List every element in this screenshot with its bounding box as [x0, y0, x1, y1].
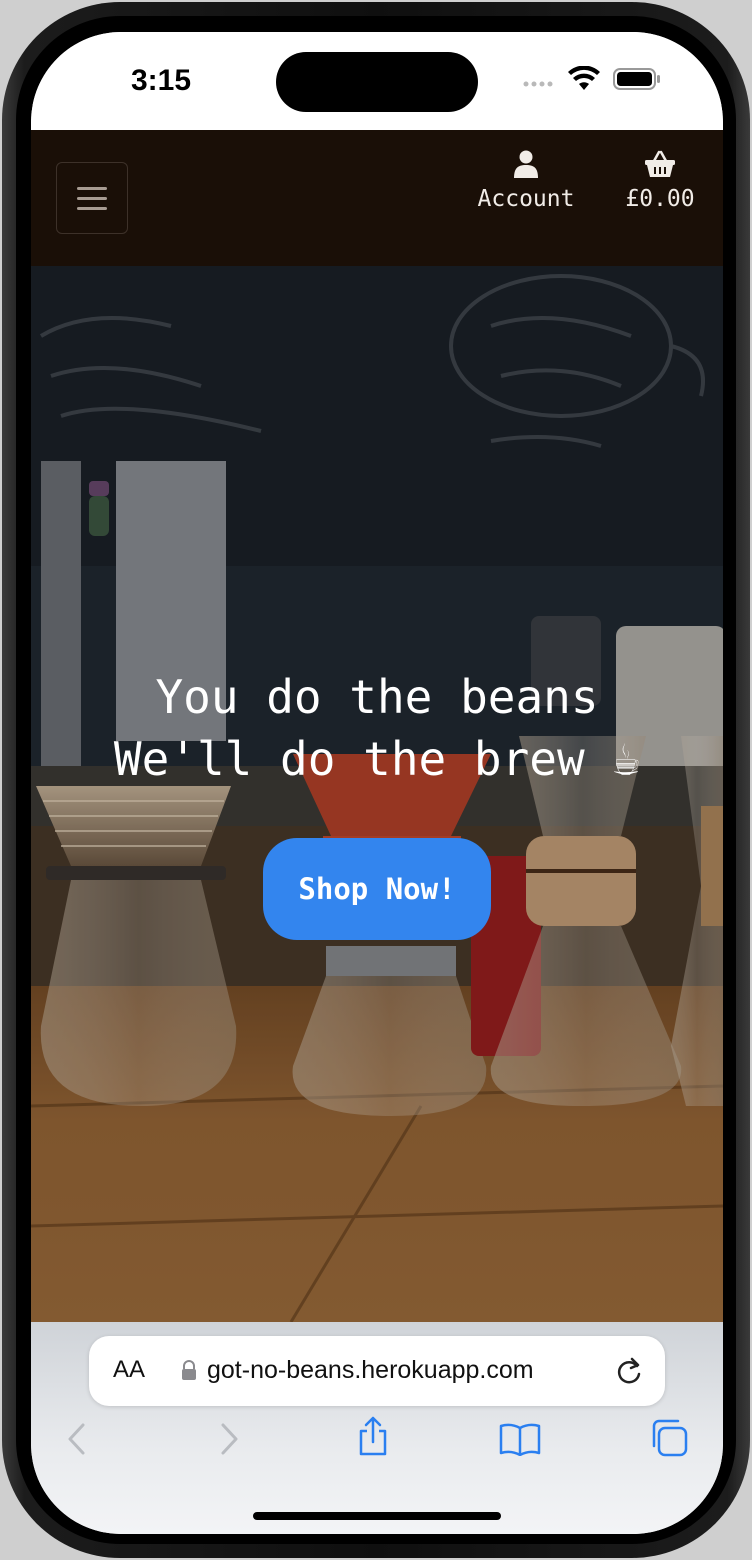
text-size-button[interactable]: AA: [113, 1356, 145, 1384]
home-indicator[interactable]: [253, 1512, 501, 1520]
address-bar[interactable]: AA got-no-beans.herokuapp.com: [89, 1336, 665, 1406]
status-bar: 3:15: [31, 32, 723, 130]
hero-section: You do the beans We'll do the brew ☕ Sho…: [31, 266, 723, 1322]
menu-toggle-button[interactable]: [56, 162, 128, 234]
account-label: Account: [477, 186, 575, 212]
basket-total: £0.00: [625, 186, 695, 212]
site-navbar: Account £0.00: [31, 130, 723, 266]
dynamic-island: [276, 52, 478, 112]
user-icon: [514, 150, 538, 178]
reload-icon[interactable]: [615, 1356, 643, 1386]
battery-icon: [613, 68, 660, 90]
hero-headline-line-2: We'll do the brew ☕: [113, 732, 641, 786]
forward-icon[interactable]: [217, 1422, 241, 1456]
browser-toolbar: AA got-no-beans.herokuapp.com: [31, 1322, 723, 1534]
back-icon[interactable]: [65, 1422, 89, 1456]
hero-headline-line-1: You do the beans: [155, 670, 599, 724]
wifi-icon: [568, 66, 600, 90]
url-text: got-no-beans.herokuapp.com: [207, 1356, 534, 1384]
phone-screen: 3:15 Account £0.00 You do the beans We'l…: [31, 32, 723, 1534]
hero-background-photo: [31, 266, 723, 1322]
cellular-signal-icon: [523, 81, 553, 87]
lock-icon: [182, 1360, 196, 1380]
basket-link[interactable]: £0.00: [613, 150, 707, 212]
phone-frame: 3:15 Account £0.00 You do the beans We'l…: [2, 2, 750, 1558]
account-link[interactable]: Account: [471, 150, 581, 212]
status-time: 3:15: [131, 64, 192, 97]
bookmarks-icon[interactable]: [499, 1422, 541, 1456]
shop-now-button[interactable]: Shop Now!: [263, 838, 491, 940]
share-icon[interactable]: [357, 1416, 389, 1456]
tabs-icon[interactable]: [649, 1418, 689, 1458]
basket-icon: [645, 150, 675, 177]
hamburger-icon: [77, 186, 107, 190]
